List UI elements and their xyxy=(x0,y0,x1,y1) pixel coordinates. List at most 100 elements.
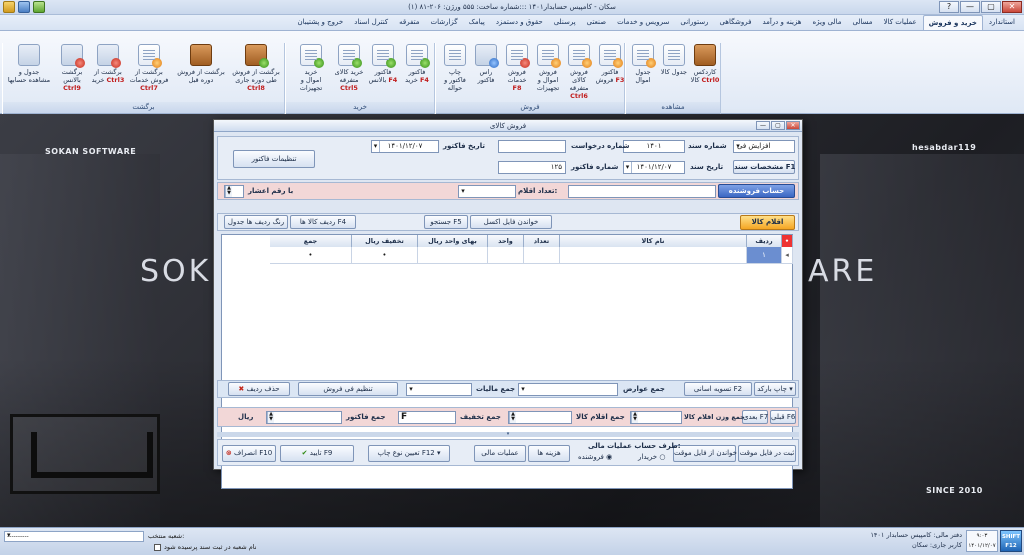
branch-prompt-checkbox[interactable]: نام شعبه در ثبت سند پرسیده شود xyxy=(4,543,257,551)
tab-store[interactable]: فروشگاهی xyxy=(714,15,756,30)
tab-reports[interactable]: گزارشات xyxy=(426,15,463,30)
cancel-button[interactable]: ⊗ انصراف F10 xyxy=(222,445,276,462)
invoice-settings-button[interactable]: تنظیمات فاکتور xyxy=(233,150,315,168)
shift-f12-icon[interactable]: SHIFT F12 xyxy=(1000,530,1022,552)
save-temp-button[interactable]: ثبت در فایل موقت xyxy=(738,445,796,462)
table-row-1-unit-price[interactable] xyxy=(418,247,488,264)
doc-no-field[interactable]: ۱۴۰۱ xyxy=(623,140,685,153)
tab-payroll[interactable]: حقوق و دستمزد xyxy=(491,15,548,30)
read-excel-button[interactable]: خواندن فایل اکسل xyxy=(470,215,552,229)
ribbon-button-asset-sale[interactable]: فروش اموال و تجهیزات xyxy=(533,43,563,101)
request-no-field[interactable] xyxy=(498,140,566,153)
items-total-field[interactable]: ▲ ▼ xyxy=(508,411,572,424)
tab-services[interactable]: سرویس و خدمات xyxy=(612,15,674,30)
read-temp-button[interactable]: خواندن از فایل موقت xyxy=(673,445,737,462)
weight-field[interactable]: ▲ ▼ xyxy=(630,411,682,424)
kardex-icon xyxy=(694,44,716,66)
ribbon-button-misc-purchase[interactable]: خرید کالای متفرقه Ctrl5 xyxy=(334,43,364,101)
print-barcode-button[interactable]: چاپ بارکد ▾ xyxy=(754,382,796,396)
doc-type-select[interactable]: افزایش فی ▾ xyxy=(733,140,795,153)
ribbon-button-invoice-head[interactable]: راس فاکتور xyxy=(471,43,501,101)
doc-date-field[interactable]: ۱۴۰۱/۱۲/۰۷ ▾ xyxy=(623,161,685,174)
doc-specs-button[interactable]: مشخصات سند F1 xyxy=(733,160,795,174)
ribbon-button-accounts-table[interactable]: جدول و مشاهده حسابها xyxy=(7,43,51,101)
items-count-field[interactable]: ▾ xyxy=(458,185,516,198)
ribbon-button-items-table[interactable]: جدول کالا xyxy=(659,43,689,101)
dialog-close-button[interactable]: ✕ xyxy=(786,121,800,130)
table-row-1-name[interactable] xyxy=(560,247,747,264)
ribbon-button-return-balance[interactable]: برگشت بالانس Ctrl9 xyxy=(55,43,89,101)
ribbon-button-return-services[interactable]: برگشت از فروش خدمات Ctrl7 xyxy=(127,43,171,101)
branch-label: شعبه منتخب: xyxy=(148,532,185,540)
table-row-1-discount[interactable]: • xyxy=(352,247,418,264)
ribbon-button-sale-invoice[interactable]: فاکتور فروش F3 xyxy=(595,43,625,101)
help-button[interactable]: ? xyxy=(939,1,959,13)
tab-sms[interactable]: پیامک xyxy=(464,15,490,30)
radio-buyer[interactable]: خریدار ○ xyxy=(638,453,665,461)
charges-label: جمع عوارض xyxy=(623,385,665,393)
radio-seller[interactable]: فروشنده ◉ xyxy=(578,453,612,461)
row-color-button[interactable]: رنگ ردیف ها جدول xyxy=(224,215,288,229)
print-invoice-icon xyxy=(444,44,466,66)
tab-restaurant[interactable]: رستورانی xyxy=(675,15,713,30)
tab-financial[interactable]: مسالی xyxy=(847,15,877,30)
ribbon-button-asset-purchase[interactable]: خرید اموال و تجهیزات xyxy=(296,43,326,101)
prev-button[interactable]: قبلی F6 xyxy=(770,410,796,424)
ribbon-button-assets-table[interactable]: جدول اموال xyxy=(628,43,658,101)
seller-account-field[interactable] xyxy=(568,185,716,198)
ribbon-button-purchase-invoice[interactable]: فاکتور خرید F4 xyxy=(402,43,432,101)
status-text: دفتر مالی: کامپیس حسابدار ۱۴۰۱ کاربر جار… xyxy=(870,530,962,550)
items-tab[interactable]: اقلام کالا xyxy=(740,215,795,230)
ribbon-button-balance-invoice[interactable]: فاکتور بالانس F4 xyxy=(368,43,398,101)
ribbon-button-print-invoice[interactable]: چاپ فاکتور و حواله xyxy=(440,43,470,101)
confirm-button[interactable]: ✔ تایید F9 xyxy=(280,445,354,462)
table-row-1-total[interactable]: • xyxy=(270,247,352,264)
decimal-spinner[interactable]: ▲ ▼ xyxy=(224,185,244,198)
cost-button[interactable]: هزینه ها xyxy=(528,445,570,462)
search-button[interactable]: جستجو F5 xyxy=(424,215,468,229)
next-button[interactable]: بعدی F7 xyxy=(742,410,768,424)
ribbon-button-return-purchase[interactable]: برگشت از خرید Ctrl3 xyxy=(91,43,125,101)
charges-field[interactable]: ▾ xyxy=(518,383,618,396)
financial-ops-button[interactable]: عملیات مالی xyxy=(474,445,526,462)
brand-big-left: SOK xyxy=(140,254,212,289)
item-rows-button[interactable]: ردیف کالا ها F4 xyxy=(290,215,356,229)
adjust-sale-button[interactable]: تنظیم فی فروش xyxy=(298,382,398,396)
tab-doc-control[interactable]: کنترل اسناد xyxy=(349,15,393,30)
table-row-1-unit[interactable] xyxy=(488,247,524,264)
ribbon-button-misc-sale[interactable]: فروش کالای متفرقه Ctrl6 xyxy=(564,43,594,101)
dialog-minimize-button[interactable]: — xyxy=(756,121,770,130)
seller-account-button[interactable]: حساب فروشنده xyxy=(718,184,795,198)
collapse-bar[interactable]: ▾ xyxy=(217,432,799,437)
tab-cost-income[interactable]: هزینه و درآمد xyxy=(757,15,806,30)
ribbon-button-kardex[interactable]: کاردکس کالا Ctrl0 xyxy=(690,43,720,101)
tab-item-ops[interactable]: عملیات کالا xyxy=(879,15,922,30)
maximize-button[interactable]: ▢ xyxy=(981,1,1001,13)
tab-standard[interactable]: استاندارد xyxy=(984,15,1020,30)
col-unit-price: بهای واحد ریال xyxy=(418,235,488,247)
settle-button[interactable]: تسویه اسانی F2 xyxy=(684,382,752,396)
print-type-button[interactable]: تعیین نوع چاپ F12 ▾ xyxy=(368,445,450,462)
tab-industrial[interactable]: صنعتی xyxy=(582,15,611,30)
delete-row-button[interactable]: ✖ حذف ردیف xyxy=(228,382,290,396)
table-row-1-row[interactable]: ۱ xyxy=(747,247,782,264)
discount-total-field[interactable]: F xyxy=(398,411,456,424)
invoice-date-field[interactable]: ۱۴۰۱/۱۲/۰۷ ▾ xyxy=(371,140,439,153)
tab-exit-backup[interactable]: خروج و پشتیبان xyxy=(293,15,349,30)
ribbon-button-return-current[interactable]: برگشت از فروش طی دوره جاری Ctrl8 xyxy=(231,43,281,101)
tax-field[interactable]: ▾ xyxy=(406,383,472,396)
minimize-button[interactable]: — xyxy=(960,1,980,13)
tab-personnel[interactable]: پرسنلی xyxy=(549,15,581,30)
checkbox-box[interactable] xyxy=(154,543,161,551)
tab-misc[interactable]: متفرقه xyxy=(394,15,424,30)
invoice-no-field[interactable]: ۱۲۵ xyxy=(498,161,566,174)
ribbon-button-return-prev[interactable]: برگشت از فروش دوره قبل xyxy=(175,43,227,101)
invoice-total-field[interactable]: ▲ ▼ xyxy=(266,411,342,424)
tab-special-financial[interactable]: مالی ویژه xyxy=(808,15,847,30)
close-button[interactable]: ✕ xyxy=(1002,1,1022,13)
table-row-1-qty[interactable] xyxy=(524,247,560,264)
dialog-maximize-button[interactable]: ▢ xyxy=(771,121,785,130)
ribbon-button-service-sale[interactable]: فروش خدمات F8 xyxy=(502,43,532,101)
branch-select[interactable]: ---------- xyxy=(4,531,144,542)
tab-purchase-sales[interactable]: خرید و فروش xyxy=(922,15,983,30)
